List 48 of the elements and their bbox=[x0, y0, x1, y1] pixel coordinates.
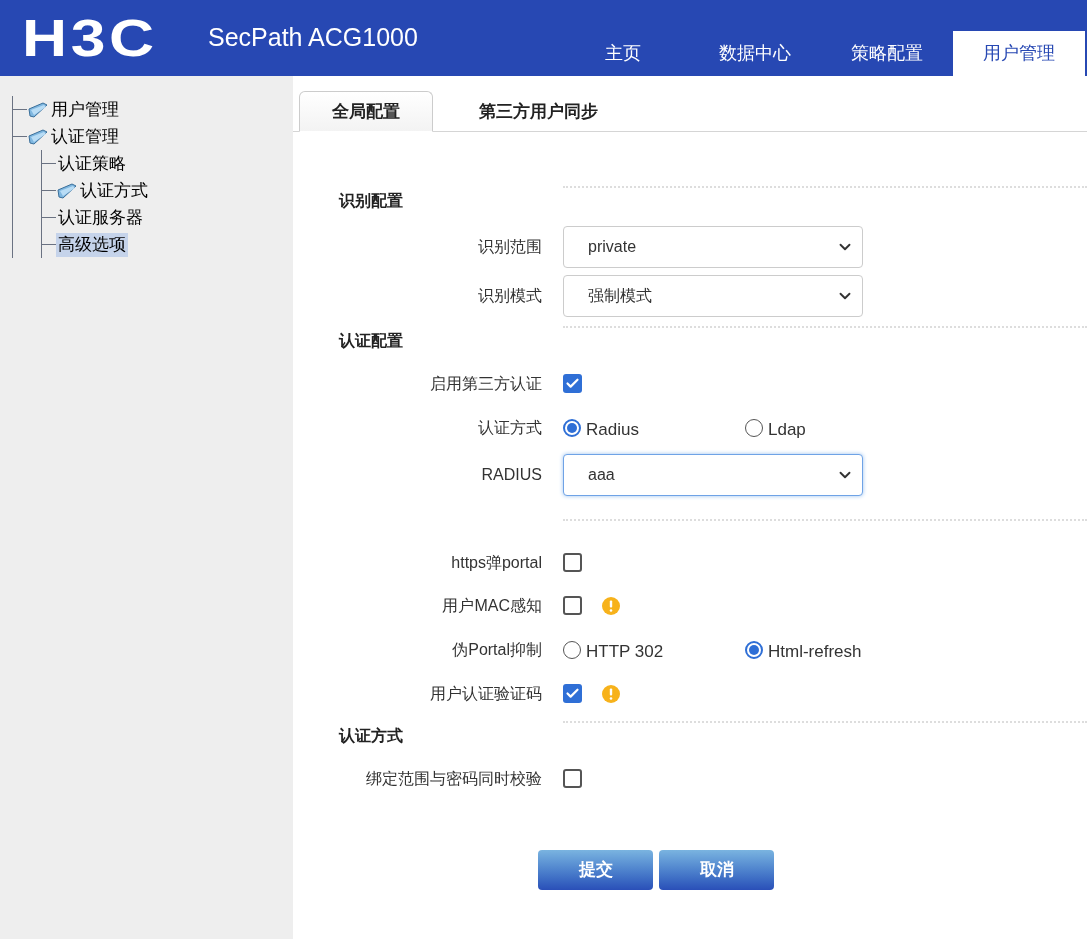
tree-item[interactable]: 认证服务器 bbox=[56, 205, 145, 230]
tab[interactable]: 第三方用户同步 bbox=[433, 91, 643, 132]
radio-button[interactable] bbox=[563, 418, 581, 437]
field-label: 伪Portal抑制 bbox=[452, 640, 542, 658]
field-label: 启用第三方认证 bbox=[430, 374, 542, 392]
folder-icon bbox=[27, 101, 49, 118]
tree-item[interactable]: 认证策略 bbox=[56, 151, 128, 176]
section-heading: 识别配置 bbox=[339, 192, 403, 209]
tab[interactable]: 全局配置 bbox=[299, 91, 433, 132]
checkbox[interactable] bbox=[563, 769, 582, 788]
section-heading: 认证方式 bbox=[339, 727, 403, 744]
nav-tab[interactable]: 主页 bbox=[557, 31, 689, 76]
section-heading: 认证配置 bbox=[339, 332, 403, 349]
tree-item[interactable]: 认证管理 bbox=[49, 124, 121, 149]
field-label: 认证方式 bbox=[478, 418, 542, 436]
radio-label: Ldap bbox=[768, 418, 806, 441]
nav-tab[interactable]: 数据中心 bbox=[689, 31, 821, 76]
checkbox[interactable] bbox=[563, 596, 582, 615]
form-button[interactable]: 提交 bbox=[538, 850, 653, 890]
nav-tab[interactable]: 策略配置 bbox=[821, 31, 953, 76]
tree-item[interactable]: 用户管理 bbox=[49, 97, 121, 122]
form-button[interactable]: 取消 bbox=[659, 850, 774, 890]
folder-icon bbox=[56, 182, 78, 199]
field-label: 用户MAC感知 bbox=[442, 596, 542, 614]
logo: H3C bbox=[22, 12, 159, 64]
radio-label: Html-refresh bbox=[768, 640, 862, 663]
warning-icon bbox=[602, 684, 620, 703]
select-field[interactable]: aaa bbox=[563, 453, 863, 496]
field-label: https弹portal bbox=[451, 553, 542, 571]
warning-icon bbox=[602, 596, 620, 615]
field-label: 绑定范围与密码同时校验 bbox=[366, 769, 542, 787]
radio-label: HTTP 302 bbox=[586, 640, 664, 663]
tree-item[interactable]: 高级选项 bbox=[56, 232, 128, 257]
radio-button[interactable] bbox=[745, 640, 763, 659]
field-label: 识别范围 bbox=[478, 237, 542, 255]
checkbox[interactable] bbox=[563, 553, 582, 572]
field-label: RADIUS bbox=[481, 465, 542, 483]
field-label: 识别模式 bbox=[478, 286, 542, 304]
select-field[interactable]: 强制模式 bbox=[563, 274, 863, 317]
radio-label: Radius bbox=[586, 418, 639, 441]
tree-item[interactable]: 认证方式 bbox=[78, 178, 150, 203]
checkbox[interactable] bbox=[563, 684, 582, 703]
nav-tab[interactable]: 用户管理 bbox=[953, 31, 1085, 76]
field-label: 用户认证验证码 bbox=[430, 684, 542, 702]
product-name: SecPath ACG1000 bbox=[208, 22, 418, 54]
folder-icon bbox=[27, 128, 49, 145]
checkbox[interactable] bbox=[563, 374, 582, 393]
select-field[interactable]: private bbox=[563, 225, 863, 268]
